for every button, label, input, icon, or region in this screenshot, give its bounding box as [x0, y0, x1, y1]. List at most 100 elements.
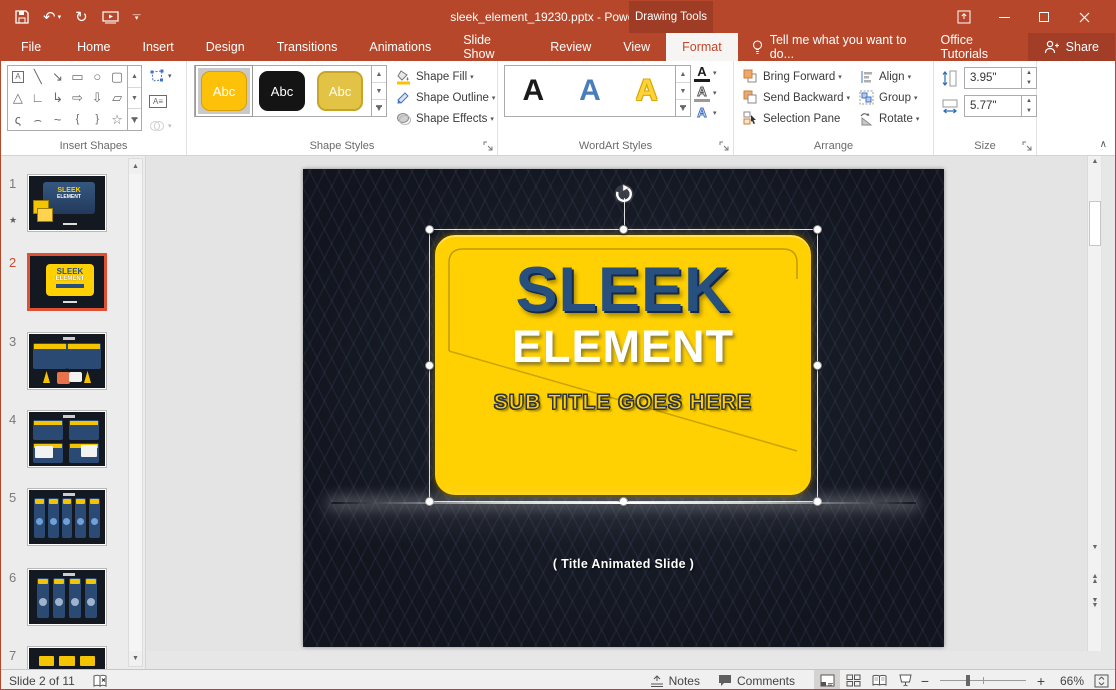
zoom-slider-thumb[interactable] — [966, 675, 970, 686]
tab-review[interactable]: Review — [534, 33, 607, 61]
shape-curve-icon[interactable]: ~ — [48, 109, 68, 130]
shape-fill-button[interactable]: Shape Fill▾ — [395, 66, 495, 87]
draw-text-box-button[interactable]: A≡ — [149, 90, 183, 112]
shape-height-input[interactable]: 3.95" — [964, 67, 1022, 89]
shape-right-arrow-icon[interactable]: ⇨ — [68, 87, 88, 108]
thumbnail-scroll-up-icon[interactable]: ▲ — [129, 159, 142, 174]
thumbnail-panel-scrollbar[interactable]: ▲ ▼ — [128, 158, 143, 667]
thumbnail-scroll-down-icon[interactable]: ▼ — [129, 651, 142, 666]
merge-shapes-button[interactable]: ▾ — [149, 115, 183, 137]
thumbnail-slide-1[interactable]: 1★ SLEEK ELEMENT — [9, 174, 125, 232]
shape-snip-corner-icon[interactable]: ▱ — [107, 87, 127, 108]
text-effects-button[interactable]: A▾ — [694, 103, 730, 122]
previous-slide-icon[interactable]: ▲▲ — [1089, 574, 1101, 584]
wordart-scroll-up-icon[interactable]: ▲ — [676, 66, 690, 83]
shape-width-input[interactable]: 5.77" — [964, 95, 1022, 117]
shape-styles-scroll-up-icon[interactable]: ▲ — [372, 66, 386, 83]
shape-oval-icon[interactable]: ○ — [87, 66, 107, 87]
resize-handle-top-right[interactable] — [813, 225, 822, 234]
wordart-style-1[interactable]: A — [505, 66, 562, 116]
customize-qat-icon[interactable]: —▾ — [133, 13, 141, 21]
tab-view[interactable]: View — [607, 33, 666, 61]
thumbnail-slide-3[interactable]: 3 — [9, 332, 125, 390]
save-icon[interactable] — [15, 10, 29, 24]
shape-effects-button[interactable]: Shape Effects▾ — [395, 108, 495, 129]
shape-elbow-connector-icon[interactable]: ∟ — [28, 87, 48, 108]
ribbon-display-options-icon[interactable] — [957, 10, 971, 24]
shape-width-spinner[interactable]: ▲▼ — [1022, 95, 1037, 117]
start-slideshow-icon[interactable] — [102, 11, 119, 24]
tab-animations[interactable]: Animations — [353, 33, 447, 61]
canvas-scroll-up-icon[interactable]: ▲ — [1089, 158, 1101, 165]
shape-scribble-icon[interactable]: ς — [8, 109, 28, 130]
shape-outline-button[interactable]: Shape Outline▾ — [395, 87, 495, 108]
view-normal-button[interactable] — [814, 670, 840, 690]
zoom-in-button[interactable]: + — [1034, 673, 1048, 689]
align-button[interactable]: Align▾ — [858, 66, 919, 87]
fit-slide-to-window-icon[interactable] — [1094, 674, 1109, 688]
shapes-scroll-down-icon[interactable]: ▼ — [128, 88, 141, 110]
shape-style-1-selected[interactable]: Abc — [195, 65, 253, 117]
maximize-button[interactable] — [1037, 10, 1051, 24]
slide-indicator[interactable]: Slide 2 of 11 — [9, 674, 75, 688]
tab-slideshow[interactable]: Slide Show — [447, 33, 534, 61]
edit-shape-button[interactable]: ▾ — [149, 65, 183, 87]
zoom-out-button[interactable]: − — [918, 673, 932, 689]
undo-dropdown-icon[interactable]: ▾ — [58, 13, 62, 21]
wordart-scroll-down-icon[interactable]: ▼ — [676, 83, 690, 100]
notes-button[interactable]: Notes — [641, 670, 709, 690]
tab-format[interactable]: Format — [666, 33, 738, 61]
shape-style-3[interactable]: Abc — [311, 65, 369, 117]
canvas-vertical-scrollbar[interactable]: ▲ ▼ ▲▲ ▼▼ — [1087, 156, 1101, 651]
selection-pane-button[interactable]: Selection Pane — [742, 108, 850, 129]
canvas-scroll-down-icon[interactable]: ▼ — [1089, 544, 1101, 551]
thumbnail-slide-6[interactable]: 6 — [9, 568, 125, 626]
shape-styles-scroll-down-icon[interactable]: ▼ — [372, 83, 386, 100]
view-slide-sorter-button[interactable] — [840, 670, 866, 690]
shape-down-arrow-icon[interactable]: ⇩ — [87, 87, 107, 108]
spell-check-icon[interactable] — [93, 674, 109, 688]
shape-textbox-icon[interactable]: A — [8, 66, 28, 87]
slide-2-canvas[interactable]: SLEEK ELEMENT SUB TITLE GOES HERE — [303, 169, 944, 647]
text-fill-button[interactable]: A▾ — [694, 63, 730, 82]
redo-icon[interactable]: ↻ — [75, 8, 88, 26]
wordart-style-2[interactable]: A — [562, 66, 619, 116]
close-button[interactable] — [1077, 10, 1091, 24]
zoom-slider[interactable] — [940, 670, 1026, 690]
next-slide-icon[interactable]: ▼▼ — [1089, 598, 1101, 608]
shape-line-icon[interactable]: ╲ — [28, 66, 48, 87]
resize-handle-top-left[interactable] — [425, 225, 434, 234]
comments-button[interactable]: Comments — [709, 670, 804, 690]
shape-height-spinner[interactable]: ▲▼ — [1022, 67, 1037, 89]
canvas-scrollbar-thumb[interactable] — [1089, 201, 1101, 246]
thumbnail-slide-4[interactable]: 4 — [9, 410, 125, 468]
tab-insert[interactable]: Insert — [127, 33, 190, 61]
shape-right-brace-icon[interactable]: } — [87, 109, 107, 130]
thumbnail-slide-7[interactable]: 7 — [9, 646, 125, 669]
tab-home[interactable]: Home — [61, 33, 126, 61]
zoom-level[interactable]: 66% — [1048, 674, 1084, 688]
title-shape[interactable]: SLEEK ELEMENT SUB TITLE GOES HERE — [433, 233, 813, 497]
view-reading-button[interactable] — [866, 670, 892, 690]
text-outline-button[interactable]: A▾ — [694, 83, 730, 102]
bring-forward-button[interactable]: Bring Forward▾ — [742, 66, 850, 87]
undo-icon[interactable]: ↶▾ — [43, 8, 61, 26]
merge-shapes-dropdown-icon[interactable]: ▾ — [168, 122, 172, 130]
wordart-style-3[interactable]: A — [618, 66, 675, 116]
tell-me-box[interactable]: Tell me what you want to do... — [738, 33, 927, 61]
tab-transitions[interactable]: Transitions — [261, 33, 354, 61]
shape-elbow-arrow-icon[interactable]: ↳ — [48, 87, 68, 108]
shape-style-2[interactable]: Abc — [253, 65, 311, 117]
view-slideshow-button[interactable] — [892, 670, 918, 690]
office-tutorials-button[interactable]: Office Tutorials — [926, 33, 1027, 61]
wordart-more-icon[interactable]: ▬▼ — [676, 100, 690, 116]
thumbnail-slide-5[interactable]: 5 — [9, 488, 125, 546]
shape-left-brace-icon[interactable]: { — [68, 109, 88, 130]
thumbnail-slide-2-selected[interactable]: 2 SLEEK ELEMENT — [9, 253, 125, 311]
collapse-ribbon-icon[interactable]: ∧ — [1100, 139, 1107, 150]
shape-rectangle-icon[interactable]: ▭ — [68, 66, 88, 87]
resize-handle-middle-right[interactable] — [813, 361, 822, 370]
rotate-button[interactable]: Rotate▾ — [858, 108, 919, 129]
share-button[interactable]: Share — [1028, 33, 1115, 61]
minimize-button[interactable] — [997, 10, 1011, 24]
